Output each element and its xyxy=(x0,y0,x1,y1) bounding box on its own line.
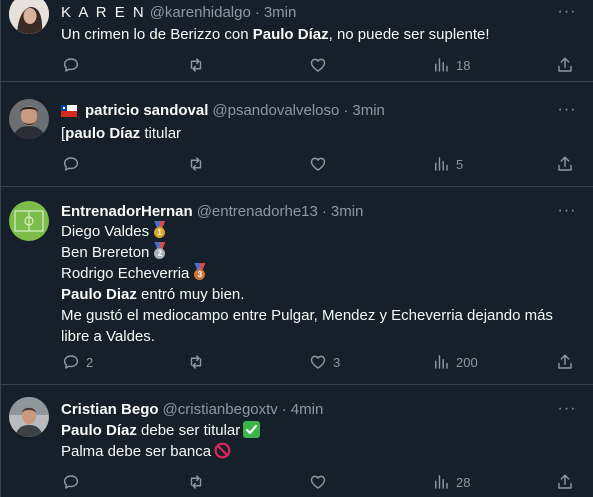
bar-chart-icon xyxy=(435,475,448,489)
reply-icon xyxy=(63,475,79,489)
retweet-button[interactable] xyxy=(187,56,211,74)
tweet-line: Rodrigo Echeverria 3 xyxy=(61,263,583,284)
tweet[interactable]: EntrenadorHernan @entrenadorhe13 · 3min … xyxy=(1,187,593,385)
timestamp[interactable]: 3min xyxy=(331,203,364,220)
bar-chart-icon xyxy=(435,355,448,369)
timestamp[interactable]: 3min xyxy=(352,102,385,119)
reply-icon xyxy=(63,157,79,171)
tweet-line: Diego Valdes 1 xyxy=(61,221,583,242)
reply-button[interactable] xyxy=(62,155,86,173)
like-button[interactable] xyxy=(309,56,333,74)
separator-dot: · xyxy=(343,101,349,119)
tweet-feed: K A R E N @karenhidalgo · 3min ··· Un cr… xyxy=(0,0,593,497)
like-button[interactable]: 3 xyxy=(309,353,340,371)
user-handle[interactable]: @karenhidalgo xyxy=(150,4,251,21)
user-handle[interactable]: @cristianbegoxtv xyxy=(163,401,278,418)
tweet-header: EntrenadorHernan @entrenadorhe13 · 3min xyxy=(61,201,553,221)
bar-chart-icon xyxy=(435,157,448,171)
heart-icon xyxy=(310,58,326,72)
share-upload-icon xyxy=(558,354,572,369)
views-button[interactable]: 5 xyxy=(432,155,463,173)
retweet-icon xyxy=(190,355,202,369)
tweet-actions: 28 xyxy=(1,473,593,495)
separator-dot: · xyxy=(281,400,287,418)
tweet-header: patricio sandoval @psandovalveloso · 3mi… xyxy=(61,100,553,120)
timestamp[interactable]: 3min xyxy=(264,4,297,21)
user-handle[interactable]: @psandovalveloso xyxy=(212,102,339,119)
prohibited-icon xyxy=(214,442,231,459)
more-options-icon[interactable]: ··· xyxy=(555,4,579,22)
retweet-icon xyxy=(190,157,202,171)
tweet-line: Un crimen lo de Berizzo con Paulo Díaz, … xyxy=(61,26,490,43)
views-button[interactable]: 18 xyxy=(432,56,470,74)
silver-medal-icon: 2 xyxy=(152,242,167,260)
retweet-button[interactable] xyxy=(187,473,211,491)
avatar[interactable] xyxy=(9,99,49,139)
tweet-text: [paulo Díaz titular xyxy=(61,123,583,144)
chile-flag-icon xyxy=(61,104,77,117)
reply-button[interactable]: 2 xyxy=(62,353,93,371)
tweet-text: Diego Valdes 1 Ben Brereton 2 Rodrigo Eche… xyxy=(61,221,583,347)
tweet-text: Un crimen lo de Berizzo con Paulo Díaz, … xyxy=(61,24,583,45)
share-button[interactable] xyxy=(556,155,574,173)
tweet-text: Paulo Díaz debe ser titular Palma debe s… xyxy=(61,420,583,462)
tweet-line: Me gustó el mediocampo entre Pulgar, Men… xyxy=(61,307,553,324)
heart-icon xyxy=(310,475,326,489)
tweet-line: Paulo Díaz debe ser titular xyxy=(61,420,583,441)
retweet-icon xyxy=(190,58,202,72)
tweet[interactable]: K A R E N @karenhidalgo · 3min ··· Un cr… xyxy=(1,0,593,82)
display-name[interactable]: Cristian Bego xyxy=(61,401,159,418)
reply-icon xyxy=(63,355,79,369)
retweet-button[interactable] xyxy=(187,353,211,371)
share-upload-icon xyxy=(558,474,572,489)
more-options-icon[interactable]: ··· xyxy=(555,203,579,221)
tweet[interactable]: patricio sandoval @psandovalveloso · 3mi… xyxy=(1,83,593,187)
more-options-icon[interactable]: ··· xyxy=(555,102,579,120)
separator-dot: · xyxy=(254,3,260,21)
retweet-icon xyxy=(190,475,202,489)
tweet-line: Ben Brereton 2 xyxy=(61,242,583,263)
reply-button[interactable] xyxy=(62,473,86,491)
display-name[interactable]: EntrenadorHernan xyxy=(61,203,193,220)
like-button[interactable] xyxy=(309,155,333,173)
share-button[interactable] xyxy=(556,56,574,74)
bronze-medal-icon: 3 xyxy=(192,263,207,281)
gold-medal-icon: 1 xyxy=(152,221,167,239)
views-button[interactable]: 28 xyxy=(432,473,470,491)
separator-dot: · xyxy=(321,202,327,220)
tweet-header: Cristian Bego @cristianbegoxtv · 4min xyxy=(61,399,553,419)
bar-chart-icon xyxy=(435,58,448,72)
reply-button[interactable] xyxy=(62,56,86,74)
views-button[interactable]: 200 xyxy=(432,353,478,371)
more-options-icon[interactable]: ··· xyxy=(555,401,579,419)
tweet-actions: 18 xyxy=(1,56,593,78)
display-name[interactable]: patricio sandoval xyxy=(85,102,208,119)
tweet[interactable]: Cristian Bego @cristianbegoxtv · 4min ··… xyxy=(1,385,593,497)
timestamp[interactable]: 4min xyxy=(291,401,324,418)
avatar[interactable] xyxy=(9,0,49,34)
tweet-line: Paulo Diaz entró muy bien. xyxy=(61,286,245,303)
display-name[interactable]: K A R E N xyxy=(61,4,146,21)
tweet-line: [paulo Díaz titular xyxy=(61,125,182,142)
share-button[interactable] xyxy=(556,473,574,491)
tweet-actions: 2 3 200 xyxy=(1,353,593,375)
reply-icon xyxy=(63,58,79,72)
share-upload-icon xyxy=(558,156,572,171)
tweet-actions: 5 xyxy=(1,155,593,177)
heart-icon xyxy=(310,355,326,369)
share-upload-icon xyxy=(558,57,572,72)
avatar[interactable] xyxy=(9,201,49,241)
heart-icon xyxy=(310,157,326,171)
avatar[interactable] xyxy=(9,397,49,437)
tweet-line: libre a Valdes. xyxy=(61,328,155,345)
share-button[interactable] xyxy=(556,353,574,371)
tweet-header: K A R E N @karenhidalgo · 3min xyxy=(61,2,553,22)
user-handle[interactable]: @entrenadorhe13 xyxy=(197,203,318,220)
tweet-line: Palma debe ser banca xyxy=(61,441,583,462)
like-button[interactable] xyxy=(309,473,333,491)
check-mark-icon xyxy=(243,421,261,438)
retweet-button[interactable] xyxy=(187,155,211,173)
